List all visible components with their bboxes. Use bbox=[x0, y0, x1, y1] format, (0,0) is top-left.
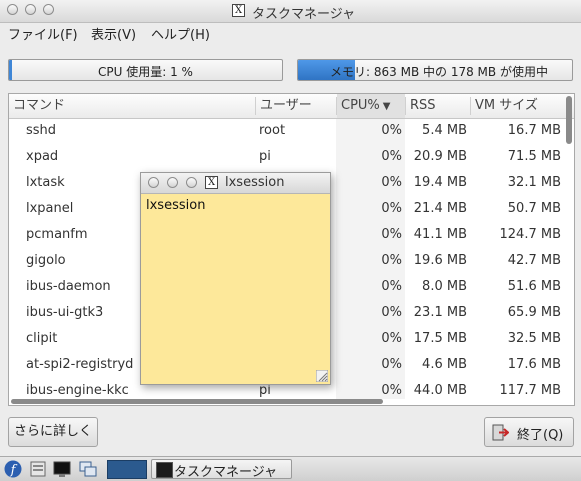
column-header-cpu-label: CPU% bbox=[341, 98, 380, 113]
fedora-menu-icon[interactable]: f bbox=[4, 460, 22, 478]
cell-command: sshd bbox=[26, 123, 57, 138]
column-header-cpu[interactable]: CPU% ▼ bbox=[337, 94, 405, 118]
cell-cpu: 0% bbox=[381, 149, 402, 164]
cell-vm-size: 65.9 MB bbox=[507, 305, 561, 320]
cell-command: clipit bbox=[26, 331, 58, 346]
table-header: コマンド ユーザー CPU% ▼ RSS VM サイズ bbox=[9, 94, 574, 119]
window-title: タスクマネージャ bbox=[252, 7, 356, 22]
taskbar-task-item[interactable]: タスクマネージャ bbox=[151, 459, 292, 480]
vertical-scrollbar[interactable] bbox=[566, 96, 572, 144]
cpu-usage-bar: CPU 使用量: 1 % bbox=[8, 59, 283, 81]
cell-cpu: 0% bbox=[381, 123, 402, 138]
column-header-command[interactable]: コマンド bbox=[9, 94, 255, 118]
memory-usage-bar: メモリ: 863 MB 中の 178 MB が使用中 bbox=[297, 59, 573, 81]
horizontal-scrollbar[interactable] bbox=[11, 399, 383, 404]
desktop-pager[interactable] bbox=[107, 460, 147, 479]
cell-rss: 44.0 MB bbox=[413, 383, 467, 398]
cell-command: lxtask bbox=[26, 175, 65, 190]
menu-bar: ファイル(F) 表示(V) ヘルプ(H) bbox=[0, 22, 581, 43]
cpu-usage-label: CPU 使用量: 1 % bbox=[98, 65, 193, 79]
cell-user: pi bbox=[259, 149, 271, 164]
cell-rss: 4.6 MB bbox=[422, 357, 467, 372]
column-header-user[interactable]: ユーザー bbox=[256, 94, 336, 118]
cell-command: at-spi2-registryd bbox=[26, 357, 134, 372]
title-bar: X タスクマネージャ bbox=[0, 0, 581, 23]
cell-cpu: 0% bbox=[381, 331, 402, 346]
cell-command: gigolo bbox=[26, 253, 66, 268]
memory-usage-label: メモリ: 863 MB 中の 178 MB が使用中 bbox=[330, 65, 548, 79]
cell-cpu: 0% bbox=[381, 201, 402, 216]
menu-view[interactable]: 表示(V) bbox=[91, 24, 136, 43]
lxsession-title: lxsession bbox=[225, 175, 285, 190]
task-manager-icon bbox=[156, 462, 173, 478]
cell-cpu: 0% bbox=[381, 253, 402, 268]
quit-button-label: 終了(Q) bbox=[517, 428, 564, 443]
table-row[interactable]: xpad pi 0% 20.9 MB 71.5 MB bbox=[9, 145, 565, 171]
cell-command: ibus-engine-kkc bbox=[26, 383, 129, 398]
column-header-rss[interactable]: RSS bbox=[406, 94, 470, 118]
cell-rss: 19.4 MB bbox=[413, 175, 467, 190]
x-app-icon: X bbox=[205, 176, 218, 189]
close-window-button[interactable] bbox=[7, 4, 18, 15]
cell-vm-size: 16.7 MB bbox=[507, 123, 561, 138]
more-details-button[interactable]: さらに詳しく bbox=[8, 417, 98, 447]
cell-rss: 23.1 MB bbox=[413, 305, 467, 320]
cell-vm-size: 51.6 MB bbox=[507, 279, 561, 294]
taskbar: f タスクマネージャ bbox=[0, 456, 581, 481]
lxsession-title-bar[interactable]: X lxsession bbox=[141, 173, 330, 194]
cell-user: pi bbox=[259, 383, 271, 398]
cell-rss: 5.4 MB bbox=[422, 123, 467, 138]
cell-cpu: 0% bbox=[381, 305, 402, 320]
cell-command: ibus-ui-gtk3 bbox=[26, 305, 104, 320]
sort-descending-icon: ▼ bbox=[382, 101, 391, 112]
cell-cpu: 0% bbox=[381, 357, 402, 372]
lxsession-close-button[interactable] bbox=[148, 177, 159, 188]
cell-cpu: 0% bbox=[381, 227, 402, 242]
cell-vm-size: 71.5 MB bbox=[507, 149, 561, 164]
cell-rss: 20.9 MB bbox=[413, 149, 467, 164]
column-header-vm-size[interactable]: VM サイズ bbox=[471, 94, 571, 118]
lxsession-maximize-button[interactable] bbox=[186, 177, 197, 188]
cell-cpu: 0% bbox=[381, 383, 402, 398]
cell-command: pcmanfm bbox=[26, 227, 88, 242]
resize-grip-icon[interactable] bbox=[316, 370, 328, 382]
menu-help[interactable]: ヘルプ(H) bbox=[151, 24, 210, 43]
taskbar-task-label: タスクマネージャ bbox=[174, 465, 278, 480]
cell-vm-size: 32.1 MB bbox=[507, 175, 561, 190]
cell-user: root bbox=[259, 123, 286, 138]
cell-vm-size: 117.7 MB bbox=[499, 383, 561, 398]
maximize-window-button[interactable] bbox=[43, 4, 54, 15]
cell-rss: 17.5 MB bbox=[413, 331, 467, 346]
minimize-window-button[interactable] bbox=[25, 4, 36, 15]
cell-vm-size: 124.7 MB bbox=[499, 227, 561, 242]
cell-command: lxpanel bbox=[26, 201, 74, 216]
cell-cpu: 0% bbox=[381, 279, 402, 294]
table-row[interactable]: sshd root 0% 5.4 MB 16.7 MB bbox=[9, 119, 565, 145]
file-manager-icon[interactable] bbox=[29, 460, 47, 478]
cell-rss: 8.0 MB bbox=[422, 279, 467, 294]
cell-vm-size: 50.7 MB bbox=[507, 201, 561, 216]
cell-command: xpad bbox=[26, 149, 59, 164]
cell-cpu: 0% bbox=[381, 175, 402, 190]
quit-button[interactable]: 終了(Q) bbox=[484, 417, 574, 447]
menu-file[interactable]: ファイル(F) bbox=[8, 24, 78, 43]
lxsession-minimize-button[interactable] bbox=[167, 177, 178, 188]
cell-vm-size: 42.7 MB bbox=[507, 253, 561, 268]
cell-rss: 19.6 MB bbox=[413, 253, 467, 268]
cell-command: ibus-daemon bbox=[26, 279, 111, 294]
x-app-icon: X bbox=[232, 4, 245, 17]
exit-icon bbox=[492, 424, 509, 441]
terminal-icon[interactable] bbox=[53, 460, 71, 478]
lxsession-note-text[interactable]: lxsession bbox=[146, 198, 205, 213]
lxsession-window[interactable]: X lxsession lxsession bbox=[140, 172, 331, 385]
cell-rss: 41.1 MB bbox=[413, 227, 467, 242]
cell-vm-size: 32.5 MB bbox=[507, 331, 561, 346]
cell-vm-size: 17.6 MB bbox=[507, 357, 561, 372]
cell-rss: 21.4 MB bbox=[413, 201, 467, 216]
window-switcher-icon[interactable] bbox=[79, 460, 97, 478]
